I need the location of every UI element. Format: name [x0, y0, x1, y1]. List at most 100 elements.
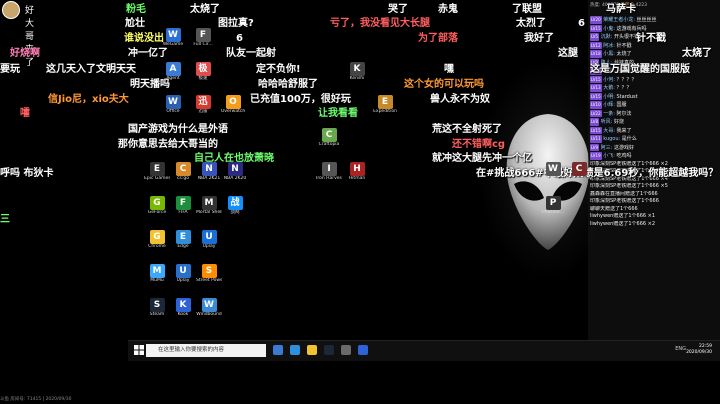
- danmaku-comment: 尬壮: [125, 18, 145, 29]
- desktop-shortcut[interactable]: I Iron Harvest: [316, 162, 342, 181]
- desktop-shortcut[interactable]: E Edge: [170, 230, 196, 249]
- app-icon: E: [377, 95, 393, 109]
- chat-username[interactable]: 小何:: [602, 77, 615, 83]
- danmaku-comment: 这个女的可以玩吗: [404, 79, 484, 90]
- chat-username[interactable]: kugou:: [602, 136, 620, 142]
- desktop-shortcut[interactable]: S Steam: [144, 298, 170, 317]
- desktop-shortcut[interactable]: H Hitman: [344, 162, 370, 181]
- desktop-shortcut[interactable]: Ccs:go: [170, 162, 196, 181]
- desktop-shortcut[interactable]: W WeGame: [160, 28, 186, 47]
- desktop-shortcut[interactable]: U Uplay: [170, 264, 196, 283]
- chat-username[interactable]: 阿三:: [599, 145, 613, 151]
- app-icon: S: [149, 298, 165, 312]
- app-icon: H: [349, 162, 365, 176]
- app2-taskbar-icon[interactable]: [358, 345, 368, 355]
- danmaku-comment: 在#挑战666#中最好成绩是6.69秒，你能超越我吗？: [476, 168, 719, 179]
- desktop-shortcut[interactable]: S Street Power: [196, 264, 222, 283]
- language-indicator[interactable]: ENG: [675, 346, 686, 352]
- windows-start-icon[interactable]: [134, 345, 144, 355]
- chat-username[interactable]: 大鹅:: [602, 85, 615, 91]
- desktop-shortcut[interactable]: P Phasmo...: [540, 196, 566, 215]
- desktop-shortcut[interactable]: W WWII: [540, 162, 566, 181]
- danmaku-comment: 太烧了: [682, 48, 712, 59]
- desktop-shortcut[interactable]: G GeForce: [144, 196, 170, 215]
- shortcut-label: Overwatch: [220, 109, 246, 114]
- chat-username[interactable]: 大哥:: [602, 128, 615, 134]
- danmaku-comment: 这几天入了文明天天: [46, 64, 136, 75]
- edge-taskbar-icon[interactable]: [290, 345, 300, 355]
- app-icon: 战: [227, 196, 243, 210]
- desktop-shortcut[interactable]: 极极速: [190, 62, 216, 81]
- danmaku-comment: 嚯: [20, 108, 30, 119]
- desktop-shortcut[interactable]: M MuMu: [144, 264, 170, 283]
- chat-text: 好烧: [612, 119, 624, 125]
- desktop-shortcut[interactable]: CCrusader Kings: [566, 162, 592, 181]
- taskbar-clock[interactable]: 22:59 2020/09/30: [686, 344, 712, 356]
- danmaku-comment: 那你意思去给大哥当的: [118, 139, 218, 150]
- chat-username[interactable]: 一条:: [602, 111, 615, 117]
- chat-text: Stardust: [614, 93, 638, 100]
- danmaku-comment: 要玩: [0, 64, 20, 75]
- avatar[interactable]: [2, 1, 20, 19]
- danmaku-comment: 就冲这大腿先冲一个亿: [432, 153, 532, 164]
- desktop-shortcut[interactable]: C Craftopia: [316, 128, 342, 147]
- app-icon: E: [149, 162, 165, 176]
- steam-taskbar-icon[interactable]: [324, 345, 334, 355]
- shortcut-label: Expedition: [373, 109, 397, 114]
- shortcut-label: Steam: [149, 312, 165, 317]
- shortcut-label: WeGame: [162, 42, 184, 47]
- chat-username[interactable]: 听风:: [599, 119, 613, 125]
- desktop-shortcut[interactable]: E Expedition: [372, 95, 398, 114]
- desktop-shortcut[interactable]: W Office: [160, 95, 186, 114]
- desktop-shortcut[interactable]: N NBA 2K20: [222, 162, 248, 181]
- app-icon: W: [165, 95, 181, 109]
- level-badge: LV8: [590, 118, 600, 126]
- shortcut-label: Phasmo...: [541, 210, 565, 215]
- danmaku-comment: 队友一起射: [226, 48, 276, 59]
- shortcut-label: Kook: [177, 312, 189, 317]
- chat-username[interactable]: 小鬼:: [602, 26, 615, 32]
- danmaku-comment: 这腿: [558, 48, 578, 59]
- desktop-shortcut[interactable]: F FIFA: [170, 196, 196, 215]
- task-view-icon[interactable]: [273, 345, 283, 355]
- chat-username[interactable]: 阿冰:: [602, 43, 615, 49]
- explorer-taskbar-icon[interactable]: [307, 345, 317, 355]
- desktop-shortcut[interactable]: A Agent: [160, 62, 186, 81]
- desktop-shortcut[interactable]: K Kook: [170, 298, 196, 317]
- room-footer: 斗鱼 房间号: 71415 | 2020/09/30: [0, 397, 72, 402]
- app-taskbar-icon[interactable]: [341, 345, 351, 355]
- desktop-shortcut[interactable]: 战战网: [222, 196, 248, 215]
- desktop-shortcut[interactable]: F Full Cir...: [190, 28, 216, 47]
- danmaku-comment: 还不错啊cg: [452, 139, 506, 150]
- desktop-shortcut[interactable]: G Chrome: [144, 230, 170, 249]
- desktop-shortcut[interactable]: U Uplay: [196, 230, 222, 249]
- alien-wallpaper-icon: [506, 114, 590, 250]
- chat-message: LV8 听风: 好烧: [588, 118, 720, 127]
- chat-message: LV9 阿三: 这游戏好: [588, 143, 720, 153]
- desktop-shortcut[interactable]: N NBA 2K21: [196, 162, 222, 181]
- desktop-shortcut[interactable]: W Windbound: [196, 298, 222, 317]
- chat-username[interactable]: 小飞:: [602, 153, 615, 159]
- shortcut-label: GeForce: [147, 210, 167, 215]
- desktop-shortcut[interactable]: O Overwatch: [220, 95, 246, 114]
- chat-username[interactable]: 小辉:: [602, 102, 615, 108]
- app-icon: A: [165, 62, 181, 76]
- chat-text: 太烧了: [614, 51, 632, 57]
- app-icon: C: [321, 128, 337, 142]
- shortcut-label: Kenshi: [349, 76, 365, 81]
- chat-username[interactable]: 荣耀王者小龙:: [602, 17, 635, 23]
- desktop-shortcut[interactable]: E Epic Games: [144, 162, 170, 181]
- taskbar-search-input[interactable]: 在这里输入你要搜索的内容: [146, 344, 266, 357]
- chat-text: ？？？: [614, 85, 632, 91]
- desktop-shortcut[interactable]: 迅迅雷: [190, 95, 216, 114]
- desktop-shortcut[interactable]: K Kenshi: [344, 62, 370, 81]
- chat-username[interactable]: 小黑:: [602, 51, 615, 57]
- chat-text: ？？？？: [614, 76, 637, 83]
- danmaku-comment: 信Jio尼，xio夫大: [48, 94, 129, 105]
- chat-username[interactable]: 小明:: [602, 94, 615, 100]
- danmaku-comment: 兽人永不为奴: [430, 94, 490, 105]
- chat-username[interactable]: 沉默:: [599, 34, 613, 40]
- shortcut-label: Hitman: [348, 176, 366, 181]
- app-icon: G: [149, 230, 165, 244]
- desktop-shortcut[interactable]: M Mortal Shell: [196, 196, 222, 215]
